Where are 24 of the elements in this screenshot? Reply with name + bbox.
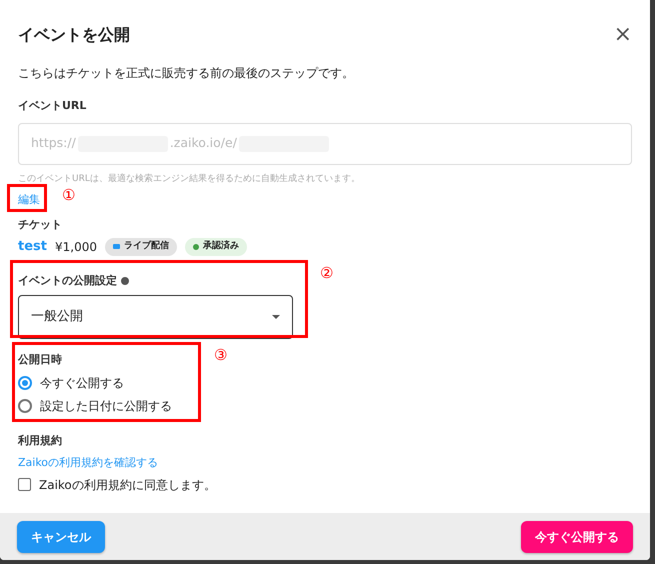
- ticket-price: ¥1,000: [54, 238, 97, 256]
- field-label: 公開日時: [18, 352, 62, 368]
- field-label: イベントURL: [18, 98, 86, 114]
- annotation-number: ③: [214, 348, 228, 363]
- annotation-number: ①: [62, 188, 76, 203]
- radio-option[interactable]: 今すぐ公開する: [18, 374, 124, 392]
- field-label: イベントの公開設定: [18, 272, 117, 288]
- radio-option[interactable]: 設定した日付に公開する: [18, 396, 172, 414]
- ticket-name: test: [18, 238, 47, 256]
- intro-text: こちらはチケットを正式に販売する前の最後のステップです。: [18, 65, 355, 82]
- annotation-box: [7, 184, 47, 212]
- annotation-number: ②: [320, 266, 334, 281]
- info-icon: [121, 276, 129, 285]
- hint-text: このイベントURLは、最適な検索エンジン結果を得るために自動生成されています。: [18, 172, 361, 186]
- status-tag: ライブ配信: [104, 238, 177, 256]
- field-label: チケット: [18, 216, 62, 232]
- status-tag: 承認済み: [184, 238, 247, 256]
- field-label: 利用規約: [18, 432, 62, 448]
- publish-button[interactable]: 今すぐ公開する: [521, 520, 633, 552]
- caret-icon: [272, 315, 280, 319]
- dialog-title: イベントを公開: [18, 24, 130, 46]
- agree-checkbox[interactable]: Zaikoの利用規約に同意します。: [18, 476, 216, 494]
- visibility-dropdown[interactable]: 一般公開: [18, 295, 293, 339]
- close-button[interactable]: ×: [614, 24, 632, 46]
